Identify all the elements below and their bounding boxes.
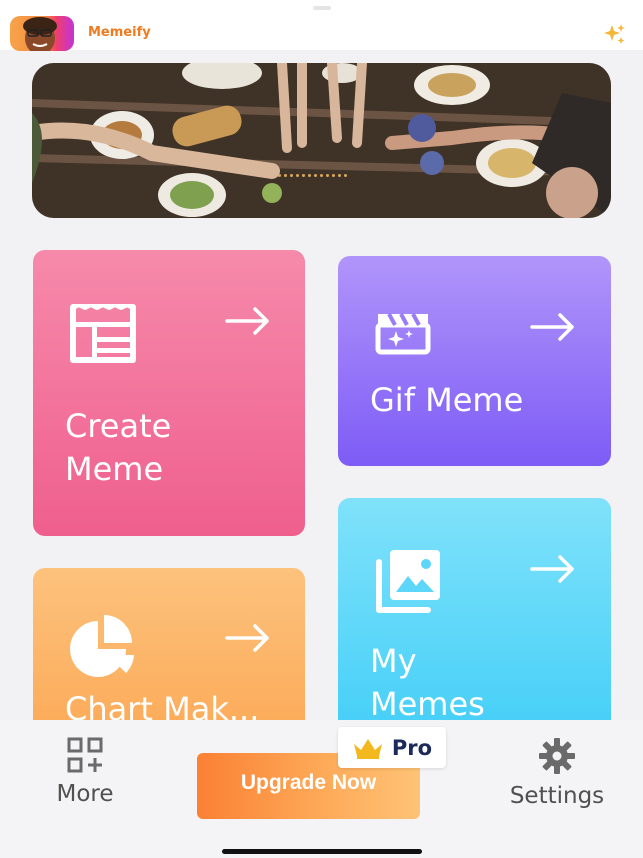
pro-badge: Pro <box>338 727 446 768</box>
more-label: More <box>56 781 114 807</box>
avatar[interactable] <box>10 16 74 51</box>
arrow-right-icon <box>225 307 269 335</box>
clapper-sparkle-icon <box>375 313 431 355</box>
arrow-right-icon <box>530 313 574 341</box>
pie-chart-icon <box>70 615 134 677</box>
gif-meme-card[interactable]: Gif Meme <box>338 256 611 466</box>
dinner-table-photo <box>32 63 611 218</box>
create-meme-card[interactable]: Create Meme <box>33 250 305 536</box>
my-memes-label: My Memes <box>370 642 485 723</box>
create-meme-label: Create Meme <box>65 407 172 488</box>
app-title: Memeify <box>88 25 151 40</box>
arrow-right-icon <box>530 555 574 583</box>
my-memes-card[interactable]: My Memes <box>338 498 611 758</box>
upgrade-now-label: Upgrade Now <box>240 771 377 794</box>
carousel-indicator[interactable] <box>278 174 347 177</box>
home-indicator[interactable] <box>222 849 422 854</box>
sparkle-icon[interactable] <box>603 22 627 46</box>
settings-label: Settings <box>509 783 605 809</box>
featured-banner[interactable] <box>32 63 611 218</box>
pro-label: Pro <box>391 735 433 760</box>
gear-icon <box>539 738 575 774</box>
more-button[interactable]: More <box>40 737 130 807</box>
top-bar: Memeify <box>0 0 643 51</box>
drag-handle[interactable] <box>313 6 331 10</box>
photo-gallery-icon <box>376 550 440 613</box>
crown-icon <box>353 738 382 759</box>
arrow-right-icon <box>225 624 269 652</box>
meme-template-icon <box>70 304 136 363</box>
gif-meme-label: Gif Meme <box>370 381 524 419</box>
settings-button[interactable]: Settings <box>502 737 612 809</box>
grid-plus-icon <box>67 737 103 773</box>
